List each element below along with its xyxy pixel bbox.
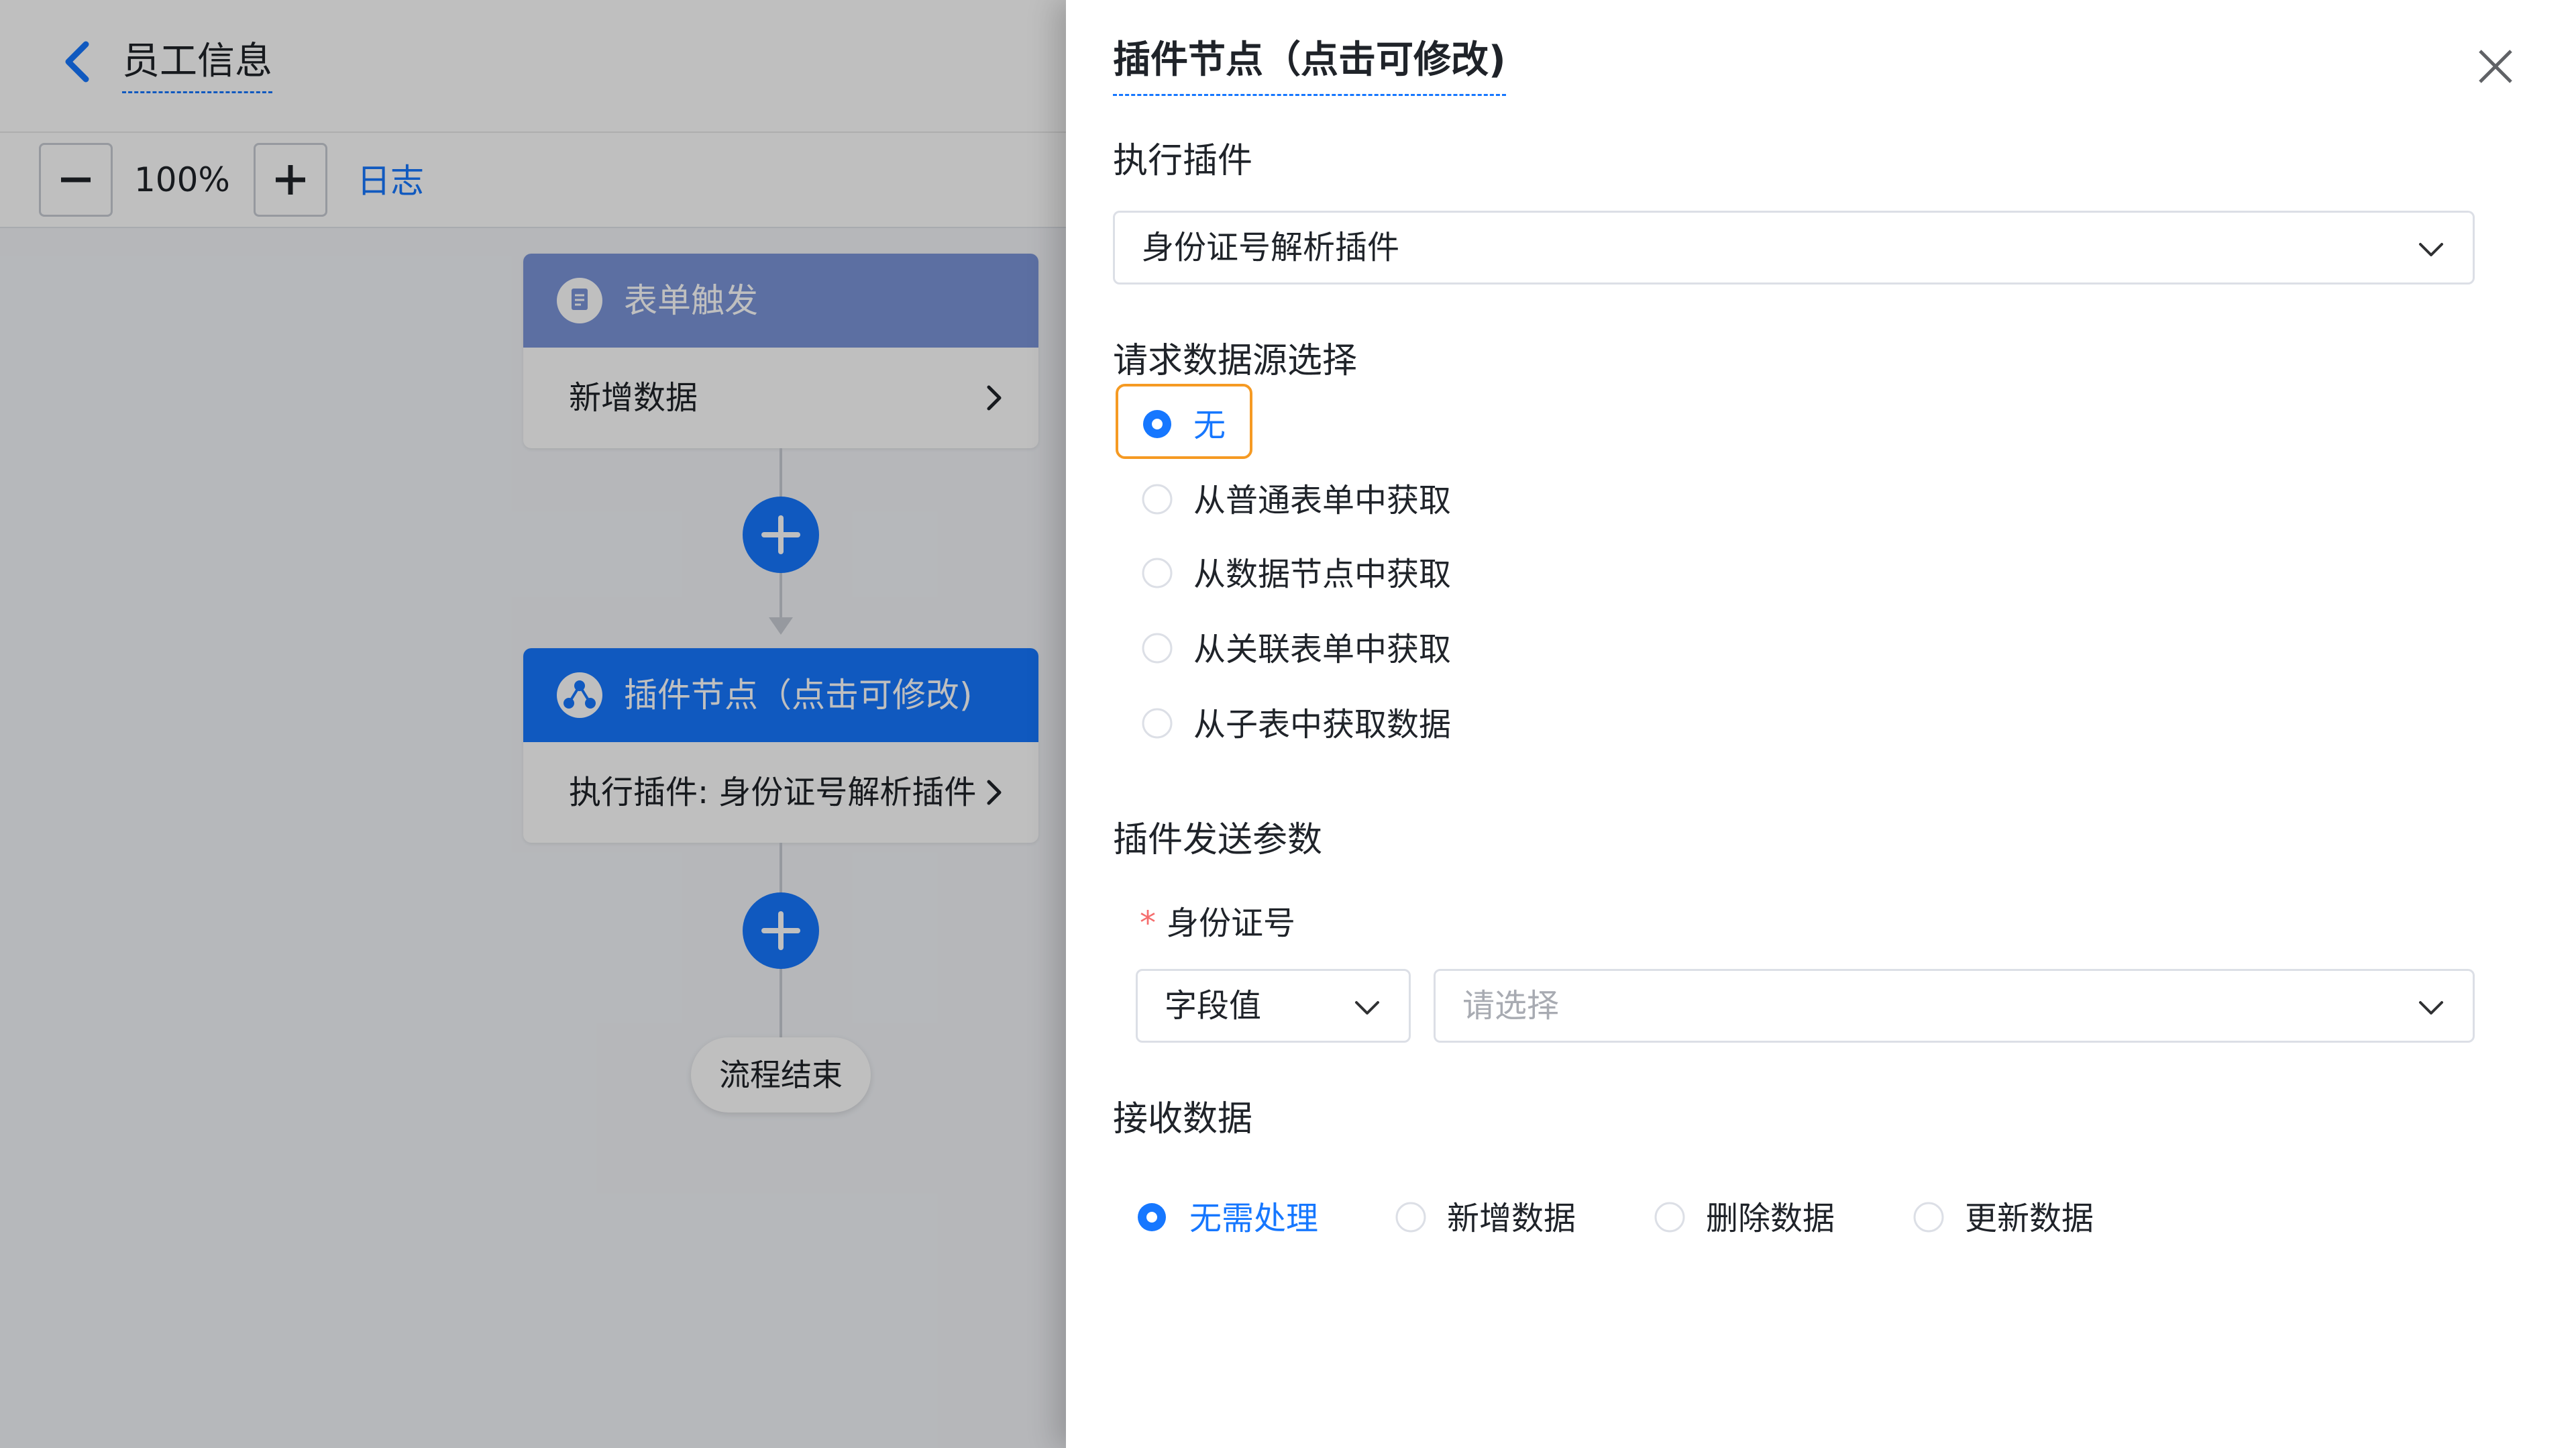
data-source-option-normal-form[interactable]: 从普通表单中获取 <box>1193 475 1451 526</box>
plugin-icon <box>557 672 602 718</box>
chevron-down-icon <box>2419 243 2443 256</box>
receive-option-add[interactable]: 新增数据 <box>1447 1193 1576 1244</box>
chevron-down-icon <box>1355 1001 1379 1015</box>
trigger-node-title: 表单触发 <box>624 281 758 320</box>
radio-unselected-icon[interactable] <box>1141 483 1173 515</box>
zoom-toolbar: 100% 日志 <box>0 132 1066 228</box>
receive-option-update[interactable]: 更新数据 <box>1965 1193 2094 1244</box>
arrow-down-icon <box>769 617 793 635</box>
trigger-node-body[interactable]: 新增数据 <box>523 348 1038 448</box>
plugin-node-title: 插件节点（点击可修改) <box>624 676 973 715</box>
close-icon[interactable] <box>2473 44 2518 89</box>
receive-option-delete[interactable]: 删除数据 <box>1706 1193 1835 1244</box>
radio-unselected-icon[interactable] <box>1141 632 1173 664</box>
radio-unselected-icon[interactable] <box>1141 557 1173 589</box>
plugin-node[interactable]: 插件节点（点击可修改) 执行插件: 身份证号解析插件 <box>523 648 1038 843</box>
log-link[interactable]: 日志 <box>357 156 424 207</box>
chevron-right-icon <box>987 385 1002 411</box>
chevron-down-icon <box>2419 1001 2443 1015</box>
data-source-option-subtable[interactable]: 从子表中获取数据 <box>1193 699 1451 750</box>
zoom-out-button[interactable] <box>39 143 113 217</box>
radio-unselected-icon[interactable] <box>1395 1201 1427 1233</box>
trigger-node-header: 表单触发 <box>523 254 1038 348</box>
exec-plugin-value: 身份证号解析插件 <box>1142 229 1400 266</box>
add-node-button[interactable] <box>743 497 819 573</box>
add-node-button[interactable] <box>743 892 819 969</box>
page-title[interactable]: 员工信息 <box>122 35 272 93</box>
field-value-select[interactable]: 请选择 <box>1434 969 2475 1043</box>
plugin-node-body[interactable]: 执行插件: 身份证号解析插件 <box>523 742 1038 843</box>
trigger-node[interactable]: 表单触发 新增数据 <box>523 254 1038 448</box>
form-icon <box>557 278 602 323</box>
plugin-node-action: 执行插件: 身份证号解析插件 <box>569 774 977 811</box>
send-params-label: 插件发送参数 <box>1113 820 1323 860</box>
trigger-node-action: 新增数据 <box>569 379 698 417</box>
flow-end-node: 流程结束 <box>691 1037 871 1113</box>
field-type-select[interactable]: 字段值 <box>1136 969 1411 1043</box>
plus-icon <box>761 515 800 554</box>
flow-canvas-panel: 员工信息 100% 日志 表单触发 新增数据 插件节点（点击可修改) 执行插件:… <box>0 0 1066 1448</box>
plugin-settings-drawer: 插件节点（点击可修改) 执行插件 身份证号解析插件 请求数据源选择 无 从普通表… <box>1066 0 2576 1448</box>
field-value-placeholder: 请选择 <box>1462 987 1560 1025</box>
receive-data-label: 接收数据 <box>1113 1099 1253 1139</box>
exec-plugin-label: 执行插件 <box>1113 141 1253 181</box>
minus-icon <box>61 177 91 183</box>
radio-selected-icon[interactable] <box>1141 408 1173 440</box>
data-source-label: 请求数据源选择 <box>1113 341 1358 381</box>
plus-icon <box>276 165 305 195</box>
radio-selected-icon[interactable] <box>1136 1201 1168 1233</box>
radio-unselected-icon[interactable] <box>1141 707 1173 739</box>
focus-outline <box>1116 384 1252 459</box>
plugin-node-header: 插件节点（点击可修改) <box>523 648 1038 742</box>
receive-option-no-process[interactable]: 无需处理 <box>1189 1193 1318 1244</box>
back-arrow-icon[interactable] <box>55 35 103 89</box>
exec-plugin-select[interactable]: 身份证号解析插件 <box>1113 211 2475 285</box>
chevron-right-icon <box>987 780 1002 805</box>
top-bar: 员工信息 <box>0 0 1066 132</box>
zoom-level: 100% <box>134 160 230 199</box>
zoom-in-button[interactable] <box>254 143 327 217</box>
plus-icon <box>761 911 800 950</box>
id-field-label: * 身份证号 <box>1140 898 1295 949</box>
drawer-title[interactable]: 插件节点（点击可修改) <box>1113 34 1506 96</box>
data-source-option-linked-form[interactable]: 从关联表单中获取 <box>1193 624 1451 675</box>
data-source-option-data-node[interactable]: 从数据节点中获取 <box>1193 549 1451 600</box>
radio-unselected-icon[interactable] <box>1913 1201 1945 1233</box>
field-type-value: 字段值 <box>1165 987 1262 1025</box>
required-mark: * <box>1140 904 1156 942</box>
radio-unselected-icon[interactable] <box>1654 1201 1686 1233</box>
data-source-option-none[interactable]: 无 <box>1193 400 1226 451</box>
id-field-label-text: 身份证号 <box>1167 904 1296 942</box>
